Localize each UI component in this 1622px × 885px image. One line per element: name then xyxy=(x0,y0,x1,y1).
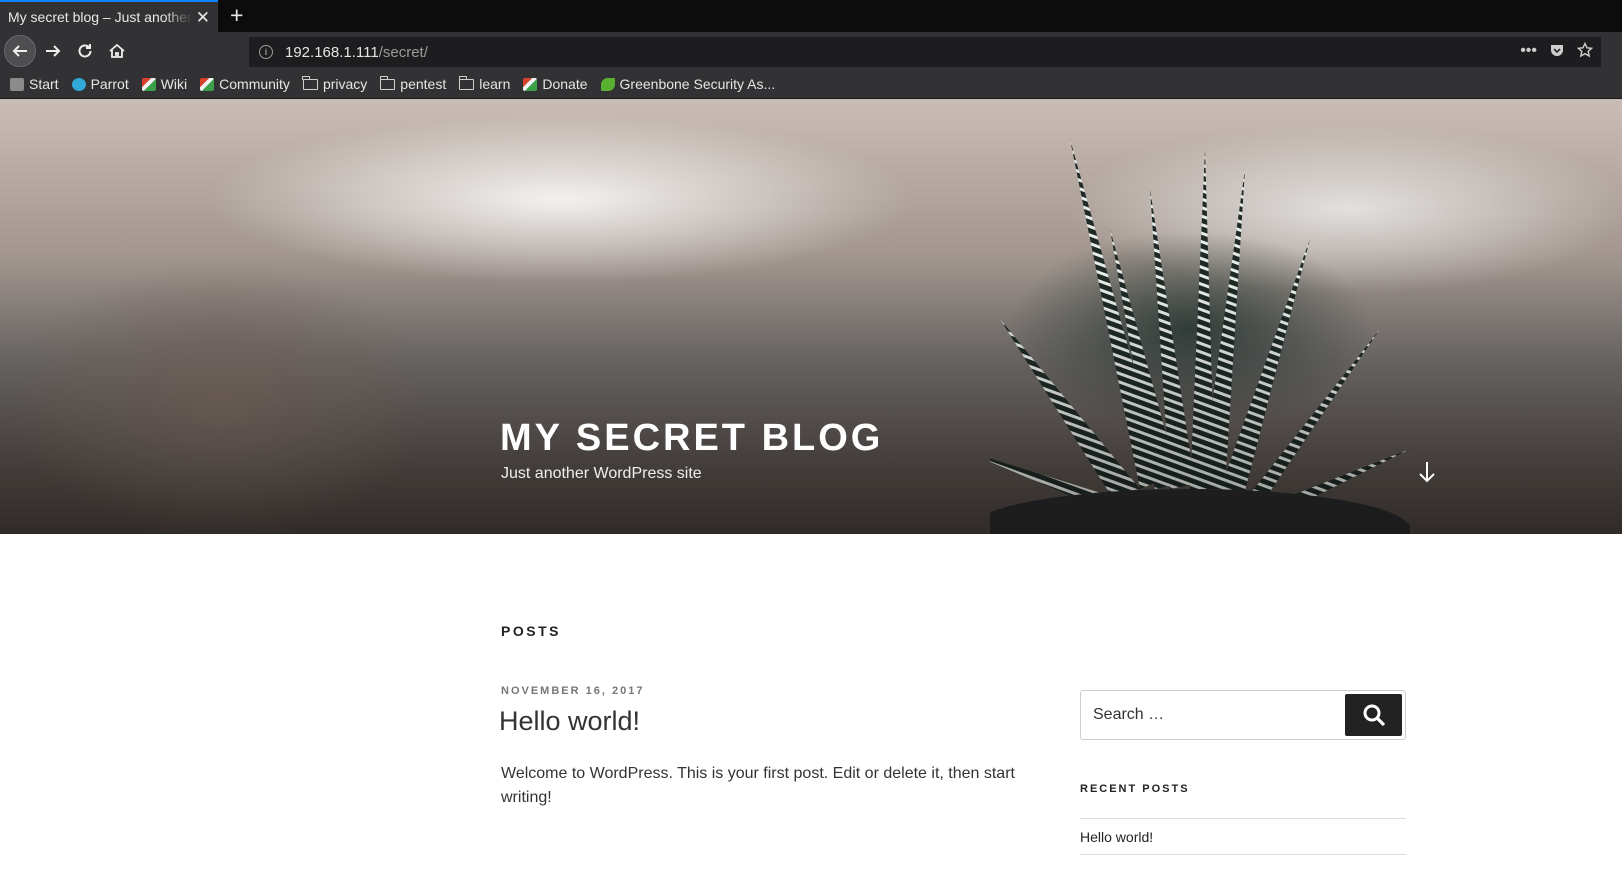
recent-posts-list: Hello world! xyxy=(1080,818,1406,855)
header-image: MY SECRET BLOG Just another WordPress si… xyxy=(0,99,1622,534)
bookmark-label: pentest xyxy=(400,76,447,92)
posts-heading: POSTS xyxy=(501,623,561,639)
post-date[interactable]: NOVEMBER 16, 2017 xyxy=(501,685,644,697)
folder-icon xyxy=(458,75,475,90)
bookmark-label: learn xyxy=(479,76,511,92)
reload-icon[interactable] xyxy=(70,36,100,66)
tab-title: My secret blog – Just another WordPress … xyxy=(8,9,192,25)
active-tab[interactable]: My secret blog – Just another WordPress … xyxy=(0,0,218,32)
recent-post-link[interactable]: Hello world! xyxy=(1080,819,1406,855)
bookmark-label: Parrot xyxy=(90,76,129,92)
back-icon[interactable] xyxy=(4,35,36,67)
bookmark-folder-pentest[interactable]: pentest xyxy=(379,75,447,92)
page-actions-icon[interactable]: ••• xyxy=(1520,42,1537,63)
search-icon xyxy=(1363,704,1385,727)
folder-icon xyxy=(379,75,396,90)
wiki-icon xyxy=(141,77,156,91)
site-title[interactable]: MY SECRET BLOG xyxy=(500,417,883,460)
bookmark-folder-learn[interactable]: learn xyxy=(458,75,511,92)
donate-icon xyxy=(523,77,538,91)
greenbone-icon xyxy=(600,77,615,91)
bookmark-community[interactable]: Community xyxy=(200,76,290,92)
close-tab-icon[interactable]: ✕ xyxy=(196,9,210,26)
address-bar[interactable]: i 192.168.1.111/secret/ ••• xyxy=(249,37,1601,67)
url-host: 192.168.1.111 xyxy=(285,43,379,61)
url-path: /secret/ xyxy=(378,43,428,61)
recent-posts-heading: RECENT POSTS xyxy=(1080,783,1190,795)
post-body: Welcome to WordPress. This is your first… xyxy=(501,765,1015,806)
bookmark-start[interactable]: Start xyxy=(10,76,59,92)
community-icon xyxy=(200,77,215,91)
pocket-icon[interactable] xyxy=(1549,42,1565,63)
site-description: Just another WordPress site xyxy=(501,465,702,482)
site-info-icon[interactable]: i xyxy=(259,45,273,59)
post-title[interactable]: Hello world! xyxy=(499,706,640,737)
bookmarks-toolbar: Start Parrot Wiki Community privacy pent… xyxy=(0,70,1622,99)
bookmark-label: Community xyxy=(219,76,290,92)
bookmark-label: Start xyxy=(29,76,59,92)
bookmark-folder-privacy[interactable]: privacy xyxy=(302,75,368,92)
search-input[interactable] xyxy=(1082,692,1346,738)
parrot-icon xyxy=(71,77,86,91)
bookmark-parrot[interactable]: Parrot xyxy=(71,76,129,92)
forward-icon[interactable] xyxy=(38,36,68,66)
bookmark-label: Donate xyxy=(542,76,588,92)
bookmark-label: privacy xyxy=(322,76,368,92)
bookmark-wiki[interactable]: Wiki xyxy=(141,76,188,92)
hero-overlay xyxy=(0,99,1622,534)
bookmark-label: Wiki xyxy=(160,76,188,92)
bookmark-donate[interactable]: Donate xyxy=(523,76,588,92)
folder-icon xyxy=(302,75,318,90)
url-actions: ••• xyxy=(1520,41,1594,63)
home-icon[interactable] xyxy=(102,36,132,66)
new-tab-icon[interactable]: + xyxy=(230,3,243,27)
scroll-down-icon[interactable] xyxy=(1418,461,1436,490)
bookmark-greenbone[interactable]: Greenbone Security As... xyxy=(600,76,776,92)
search-button[interactable] xyxy=(1345,694,1402,736)
tab-strip: My secret blog – Just another WordPress … xyxy=(0,0,1622,32)
url-text: 192.168.1.111/secret/ xyxy=(285,44,428,61)
bookmark-label: Greenbone Security As... xyxy=(619,76,776,92)
start-icon xyxy=(10,77,24,91)
bookmark-star-icon[interactable] xyxy=(1576,41,1594,63)
